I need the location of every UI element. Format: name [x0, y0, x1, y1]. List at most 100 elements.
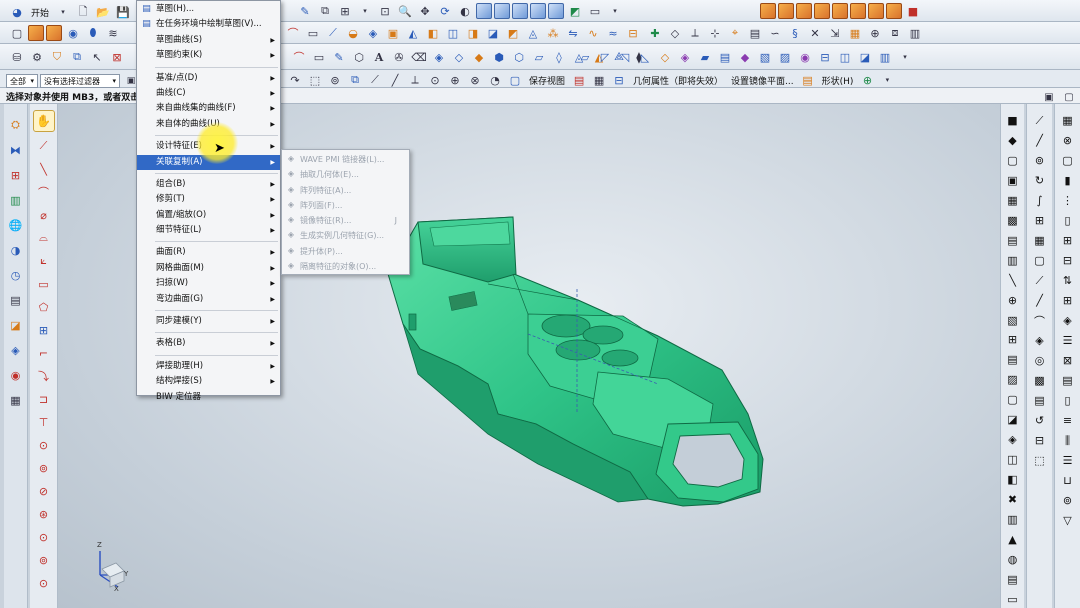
- menu-item[interactable]: 焊接助理(H) ▶: [137, 359, 280, 374]
- cone-icon[interactable]: ▽: [1059, 512, 1077, 529]
- table-icon[interactable]: ▥: [906, 24, 924, 42]
- menu-item[interactable]: 同步建模(Y) ▶: [137, 314, 280, 329]
- save-view-button[interactable]: 保存视图: [526, 72, 568, 88]
- history-icon[interactable]: ◑: [7, 241, 25, 259]
- surface-d-icon[interactable]: ⬢: [490, 48, 508, 66]
- submenu-item[interactable]: ◈ 阵列特征(A)...: [282, 183, 409, 198]
- datum-axis-icon[interactable]: ⟂: [686, 24, 704, 42]
- line-icon[interactable]: ╱: [1031, 132, 1049, 149]
- iso-view-icon[interactable]: [548, 3, 564, 19]
- orange-cube-icon[interactable]: [814, 3, 830, 19]
- orange-cube-icon[interactable]: [868, 3, 884, 19]
- doc-icon[interactable]: ▢: [1004, 391, 1022, 408]
- revolve-icon[interactable]: [46, 25, 62, 41]
- submenu-item[interactable]: ◈ 抽取几何体(E)...: [282, 167, 409, 182]
- layer-icon[interactable]: ▤: [746, 24, 764, 42]
- reuse-library-icon[interactable]: ▥: [7, 191, 25, 209]
- table-icon[interactable]: ▦: [1004, 192, 1022, 209]
- globe-icon[interactable]: ⊕: [1004, 292, 1022, 309]
- polygon-icon[interactable]: ⬠: [35, 298, 53, 316]
- clip-icon[interactable]: ◫: [1004, 451, 1022, 468]
- chamfer-icon[interactable]: ⟀: [35, 252, 53, 270]
- text-icon[interactable]: A: [370, 48, 388, 66]
- palette-icon[interactable]: ◍: [1004, 551, 1022, 568]
- render-style-icon[interactable]: ◐: [456, 2, 474, 20]
- layout-icon[interactable]: ▦: [1059, 112, 1077, 129]
- start-icon[interactable]: ◕: [8, 3, 26, 21]
- face-d-icon[interactable]: ◺: [636, 48, 654, 66]
- corner-icon[interactable]: ⊙: [35, 574, 53, 592]
- rotate-select-icon[interactable]: ↷: [286, 71, 304, 89]
- save-view-icon[interactable]: ▢: [506, 71, 524, 89]
- ruled-icon[interactable]: ⊟: [624, 24, 642, 42]
- ellipse-icon[interactable]: ⊘: [35, 482, 53, 500]
- menu-item[interactable]: 曲面(R) ▶: [137, 245, 280, 260]
- face-b-icon[interactable]: ◸: [596, 48, 614, 66]
- center-icon[interactable]: ⊕: [446, 71, 464, 89]
- geom-props-icon[interactable]: ▤: [570, 71, 588, 89]
- shield-icon[interactable]: ⛉: [48, 48, 66, 66]
- midpoint-icon[interactable]: ⊙: [426, 71, 444, 89]
- menu-item[interactable]: 细节特征(L) ▶: [137, 223, 280, 238]
- submenu-item[interactable]: ◈ 阵列面(F)...: [282, 198, 409, 213]
- menu-item[interactable]: 表格(B) ▶: [137, 336, 280, 351]
- zoom-icon[interactable]: 🔍: [396, 2, 414, 20]
- extend-icon[interactable]: ⊟: [1059, 252, 1077, 269]
- polygon-icon[interactable]: ⬡: [350, 48, 368, 66]
- snap-icon[interactable]: ⊞: [336, 2, 354, 20]
- select-tool-icon[interactable]: ✋: [32, 110, 55, 132]
- assembly-navigator-icon[interactable]: ⧓: [7, 141, 25, 159]
- chain-icon[interactable]: ⊚: [1031, 152, 1049, 169]
- quadrant-icon[interactable]: ◔: [486, 71, 504, 89]
- circle-3pt-icon[interactable]: ⊚: [35, 459, 53, 477]
- face-j-icon[interactable]: ▧: [756, 48, 774, 66]
- orange-cube-icon[interactable]: [850, 3, 866, 19]
- rotate-icon[interactable]: ↻: [1031, 172, 1049, 189]
- diamond-icon[interactable]: ◆: [1004, 132, 1022, 149]
- warning-icon[interactable]: ▲: [1004, 531, 1022, 548]
- cube-icon[interactable]: ■: [1004, 112, 1022, 129]
- face-i-icon[interactable]: ◆: [736, 48, 754, 66]
- grid-icon[interactable]: ⋮: [1059, 192, 1077, 209]
- surface-f-icon[interactable]: ▱: [530, 48, 548, 66]
- submenu-item[interactable]: ◈ 隔离特征的对象(O)...: [282, 259, 409, 274]
- submenu-item[interactable]: ◈ 提升体(P)...: [282, 244, 409, 259]
- analysis-icon[interactable]: ⧈: [886, 24, 904, 42]
- menu-item[interactable]: 来自曲线集的曲线(F) ▶: [137, 101, 280, 116]
- trim-body-icon[interactable]: ◫: [444, 24, 462, 42]
- column-icon[interactable]: ▯: [1059, 392, 1077, 409]
- column-icon[interactable]: ▯: [1059, 212, 1077, 229]
- surface-e-icon[interactable]: ⬡: [510, 48, 528, 66]
- datum-plane-icon[interactable]: ◇: [666, 24, 684, 42]
- selection-filter-combo[interactable]: 没有选择过滤器 ▾: [40, 74, 120, 88]
- orange-cube-icon[interactable]: [886, 3, 902, 19]
- menu-item[interactable]: 偏置/缩放(O) ▶: [137, 208, 280, 223]
- open-folder-icon[interactable]: 📂: [94, 3, 112, 21]
- constraint-icon[interactable]: ▦: [590, 71, 608, 89]
- hole-icon[interactable]: ◉: [64, 24, 82, 42]
- point-icon[interactable]: ✚: [646, 24, 664, 42]
- point-icon[interactable]: ⤵: [35, 367, 53, 385]
- chevron-down-icon[interactable]: ▾: [878, 71, 896, 89]
- menu-item[interactable]: ▤ 草图(H)...: [137, 2, 280, 17]
- lines-icon[interactable]: ⫼: [1059, 432, 1077, 449]
- rotate-icon[interactable]: ⟳: [436, 2, 454, 20]
- check-icon[interactable]: ⊠: [1059, 352, 1077, 369]
- face-n-icon[interactable]: ◫: [836, 48, 854, 66]
- offset-face-icon[interactable]: ◧: [424, 24, 442, 42]
- background-icon[interactable]: ▭: [586, 2, 604, 20]
- curve-select-icon[interactable]: ⟋: [366, 71, 384, 89]
- surface-icon[interactable]: ◈: [1031, 332, 1049, 349]
- new-file-icon[interactable]: 🗋: [74, 3, 92, 21]
- orange-cube-icon[interactable]: [832, 3, 848, 19]
- slash-icon[interactable]: ⟋: [1031, 112, 1049, 129]
- split-body-icon[interactable]: ◨: [464, 24, 482, 42]
- layers-icon[interactable]: ▤: [1004, 351, 1022, 368]
- submenu-item[interactable]: ◈ 镜像特征(R)... J: [282, 213, 409, 228]
- dimension-icon[interactable]: ⊟: [610, 71, 628, 89]
- face-c-icon[interactable]: ◹: [616, 48, 634, 66]
- face-h-icon[interactable]: ▤: [716, 48, 734, 66]
- menu-item[interactable]: 基准/点(D) ▶: [137, 71, 280, 86]
- arc-icon[interactable]: ⌒: [35, 183, 53, 201]
- grid-icon[interactable]: ⊞: [1031, 212, 1049, 229]
